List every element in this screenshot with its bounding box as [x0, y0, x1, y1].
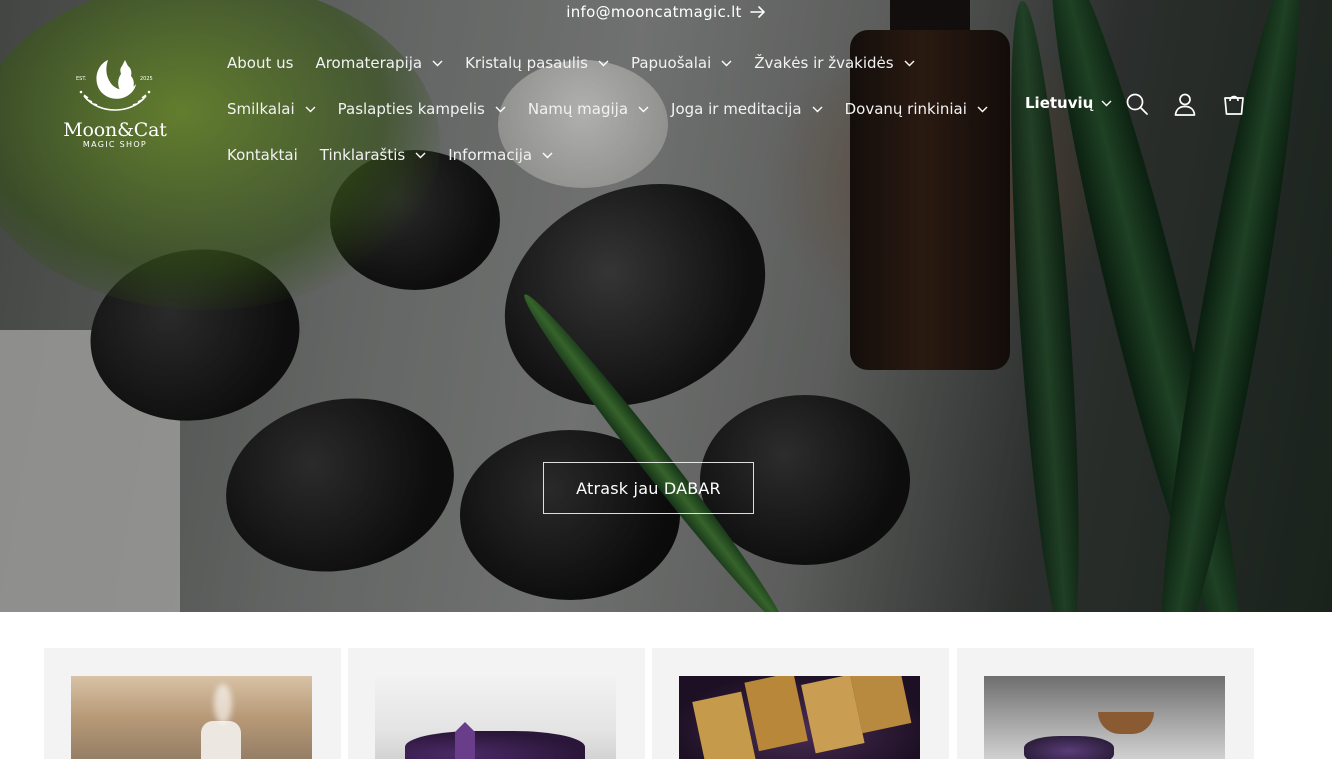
nav-row-1: About us Aromaterapija Kristalų pasaulis… [216, 40, 1006, 86]
chevron-down-icon [977, 106, 988, 112]
nav-item-label: Namų magija [527, 100, 629, 118]
nav-item-paslapties-kampelis[interactable]: Paslapties kampelis [327, 100, 517, 118]
chevron-down-icon [904, 60, 915, 66]
language-label: Lietuvių [1025, 94, 1094, 112]
logo-year: 2025 [140, 76, 153, 82]
collection-image-crystals[interactable] [375, 676, 616, 759]
nav-item-label: Kristalų pasaulis [465, 54, 588, 72]
nav-item-kristalu-pasaulis[interactable]: Kristalų pasaulis [454, 54, 620, 72]
account-icon[interactable] [1173, 92, 1197, 116]
nav-item-label: Tinklaraštis [319, 146, 406, 164]
logo-name: Moon&Cat [63, 119, 167, 141]
chevron-down-icon [305, 106, 316, 112]
logo-est: EST. [76, 76, 87, 82]
nav-row-2: Smilkalai Paslapties kampelis Namų magij… [216, 86, 1006, 132]
nav-item-label: Paslapties kampelis [337, 100, 485, 118]
nav-item-zvakes[interactable]: Žvakės ir žvakidės [743, 54, 925, 72]
nav-item-joga-ir-meditacija[interactable]: Joga ir meditacija [660, 100, 834, 118]
nav-item-label: About us [227, 54, 294, 72]
nav-item-namu-magija[interactable]: Namų magija [517, 100, 660, 118]
collection-image-altar[interactable] [984, 676, 1225, 759]
collection-image-aromatherapy[interactable] [71, 676, 312, 759]
site-logo[interactable]: EST. 2025 Moon&Cat MAGIC SHOP [58, 52, 172, 156]
collection-card-aromatherapy[interactable] [44, 648, 341, 759]
nav-item-label: Kontaktai [227, 146, 298, 164]
nav-item-label: Žvakės ir žvakidės [754, 54, 894, 72]
nav-item-label: Aromaterapija [315, 54, 423, 72]
nav-item-informacija[interactable]: Informacija [437, 146, 564, 164]
nav-item-dovanu-rinkiniai[interactable]: Dovanų rinkiniai [834, 100, 999, 118]
nav-item-label: Dovanų rinkiniai [844, 100, 967, 118]
nav-item-aromaterapija[interactable]: Aromaterapija [304, 54, 454, 72]
nav-item-label: Papuošalai [630, 54, 712, 72]
chevron-down-icon [542, 152, 553, 158]
chevron-down-icon [495, 106, 506, 112]
nav-item-label: Informacija [448, 146, 533, 164]
nav-item-smilkalai[interactable]: Smilkalai [216, 100, 327, 118]
collection-card-altar[interactable] [957, 648, 1254, 759]
chevron-down-icon [721, 60, 732, 66]
hero-cta-button[interactable]: Atrask jau DABAR [543, 462, 754, 514]
chevron-down-icon [638, 106, 649, 112]
chevron-down-icon [415, 152, 426, 158]
main-navigation: About us Aromaterapija Kristalų pasaulis… [216, 40, 1006, 178]
language-selector[interactable]: Lietuvių [1025, 94, 1112, 112]
search-icon[interactable] [1125, 92, 1149, 116]
chevron-down-icon [812, 106, 823, 112]
chevron-down-icon [432, 60, 443, 66]
chevron-down-icon [598, 60, 609, 66]
nav-row-3: Kontaktai Tinklaraštis Informacija [216, 132, 1006, 178]
cart-icon[interactable] [1222, 92, 1246, 116]
nav-item-label: Joga ir meditacija [671, 100, 802, 118]
nav-item-kontaktai[interactable]: Kontaktai [216, 146, 309, 164]
arrow-right-icon [749, 6, 765, 18]
collection-image-tarot[interactable] [679, 676, 920, 759]
announcement-email[interactable]: info@mooncatmagic.lt [566, 3, 741, 21]
nav-item-about-us[interactable]: About us [216, 54, 304, 72]
collection-card-tarot[interactable] [652, 648, 949, 759]
moon-cat-logo-icon: EST. 2025 [76, 60, 153, 111]
nav-item-tinklarastis[interactable]: Tinklaraštis [309, 146, 437, 164]
nav-item-papuosalai[interactable]: Papuošalai [620, 54, 743, 72]
collection-card-crystals[interactable] [348, 648, 645, 759]
nav-item-label: Smilkalai [227, 100, 295, 118]
announcement-bar[interactable]: info@mooncatmagic.lt [0, 0, 1332, 24]
chevron-down-icon [1101, 100, 1112, 106]
logo-subtitle: MAGIC SHOP [82, 140, 148, 149]
